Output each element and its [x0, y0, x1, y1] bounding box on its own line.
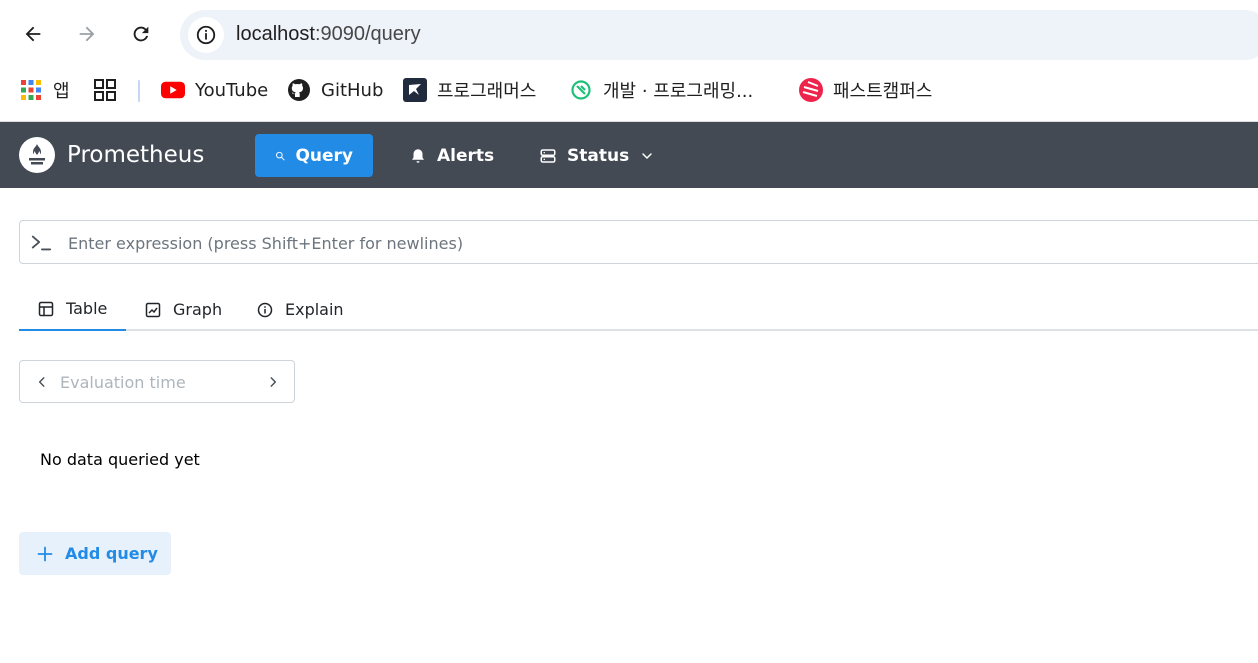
nav-label: Query — [295, 145, 353, 166]
server-icon — [540, 148, 556, 163]
brand-name: Prometheus — [67, 142, 205, 168]
bookmark-label: 패스트캠퍼스 — [833, 81, 933, 102]
tab-explain[interactable]: Explain — [238, 288, 363, 331]
bookmark-label: GitHub — [321, 79, 384, 101]
inflearn-icon — [569, 78, 593, 102]
youtube-icon — [161, 78, 185, 102]
bookmark-youtube[interactable]: YouTube — [161, 76, 268, 104]
plus-icon — [37, 546, 53, 561]
add-query-label: Add query — [65, 544, 158, 563]
bookmark-fastcampus[interactable]: 패스트캠퍼스 — [799, 76, 932, 104]
bookmark-github[interactable]: GitHub — [287, 76, 383, 104]
bookmarks-bar: 앱 YouTube GitHub 프로그래머스 개발 · 프로그래밍... 패스… — [0, 68, 1258, 112]
evaluation-time-picker — [19, 360, 295, 403]
fastcampus-icon — [799, 78, 823, 102]
apps-grid-icon — [19, 78, 43, 102]
info-icon — [257, 302, 273, 317]
nav-query[interactable]: Query — [255, 134, 373, 177]
app-navbar: Prometheus Query Alerts Status — [0, 122, 1258, 188]
nav-label: Status — [567, 145, 630, 166]
forward-button[interactable] — [69, 16, 105, 52]
bookmark-label: YouTube — [195, 79, 269, 101]
bookmark-inflearn[interactable]: 개발 · 프로그래밍... — [569, 76, 753, 104]
tab-graph[interactable]: Graph — [126, 288, 241, 331]
bookmark-apps[interactable]: 앱 — [19, 76, 70, 104]
query-tabs: Table Graph Explain — [19, 288, 1258, 331]
expression-input-box[interactable] — [19, 220, 1258, 264]
bookmark-separator — [138, 80, 140, 102]
browser-chrome: localhost:9090/query 앱 YouTube GitHub 프로… — [0, 0, 1258, 122]
github-icon — [287, 78, 311, 102]
url-host: localhost — [236, 23, 315, 45]
nav-status-dropdown[interactable]: Status — [519, 134, 675, 177]
chevron-left-icon — [38, 377, 45, 387]
expression-input[interactable] — [68, 229, 1218, 257]
bookmark-label: 앱 — [53, 81, 70, 102]
bookmark-programmers[interactable]: 프로그래머스 — [403, 76, 536, 104]
nav-alerts[interactable]: Alerts — [389, 134, 514, 177]
prometheus-logo-icon — [19, 137, 55, 173]
tab-label: Table — [66, 299, 108, 318]
bookmark-tab-groups[interactable] — [93, 76, 117, 104]
tab-label: Explain — [285, 300, 344, 319]
arrow-right-icon — [79, 26, 95, 42]
brand-link[interactable]: Prometheus — [19, 137, 204, 173]
back-button[interactable] — [15, 16, 51, 52]
search-icon — [276, 151, 285, 160]
info-circle-icon — [196, 25, 216, 45]
tab-table[interactable]: Table — [19, 288, 127, 331]
url-path: :9090/query — [314, 23, 421, 45]
site-info-button[interactable] — [188, 17, 224, 53]
reload-icon — [133, 26, 149, 42]
tab-groups-icon — [93, 78, 117, 102]
add-query-button[interactable]: Add query — [19, 532, 171, 575]
terminal-prompt-icon — [31, 235, 52, 251]
evaluation-time-input[interactable] — [60, 369, 250, 395]
nav-label: Alerts — [437, 145, 495, 166]
arrow-left-icon — [25, 26, 41, 42]
bookmark-label: 프로그래머스 — [437, 81, 537, 102]
tab-label: Graph — [173, 300, 223, 319]
chart-icon — [145, 302, 161, 317]
chevron-down-icon — [642, 152, 652, 159]
address-bar[interactable]: localhost:9090/query — [180, 10, 1258, 60]
bell-icon — [412, 148, 424, 163]
chevron-right-icon — [270, 377, 277, 387]
eval-time-next-button[interactable] — [264, 373, 282, 391]
eval-time-prev-button[interactable] — [33, 373, 51, 391]
url-text: localhost:9090/query — [236, 23, 421, 46]
programmers-icon — [403, 78, 427, 102]
reload-button[interactable] — [123, 16, 159, 52]
empty-results-message: No data queried yet — [40, 450, 200, 469]
bookmark-label: 개발 · 프로그래밍... — [603, 81, 754, 102]
table-icon — [38, 301, 54, 316]
